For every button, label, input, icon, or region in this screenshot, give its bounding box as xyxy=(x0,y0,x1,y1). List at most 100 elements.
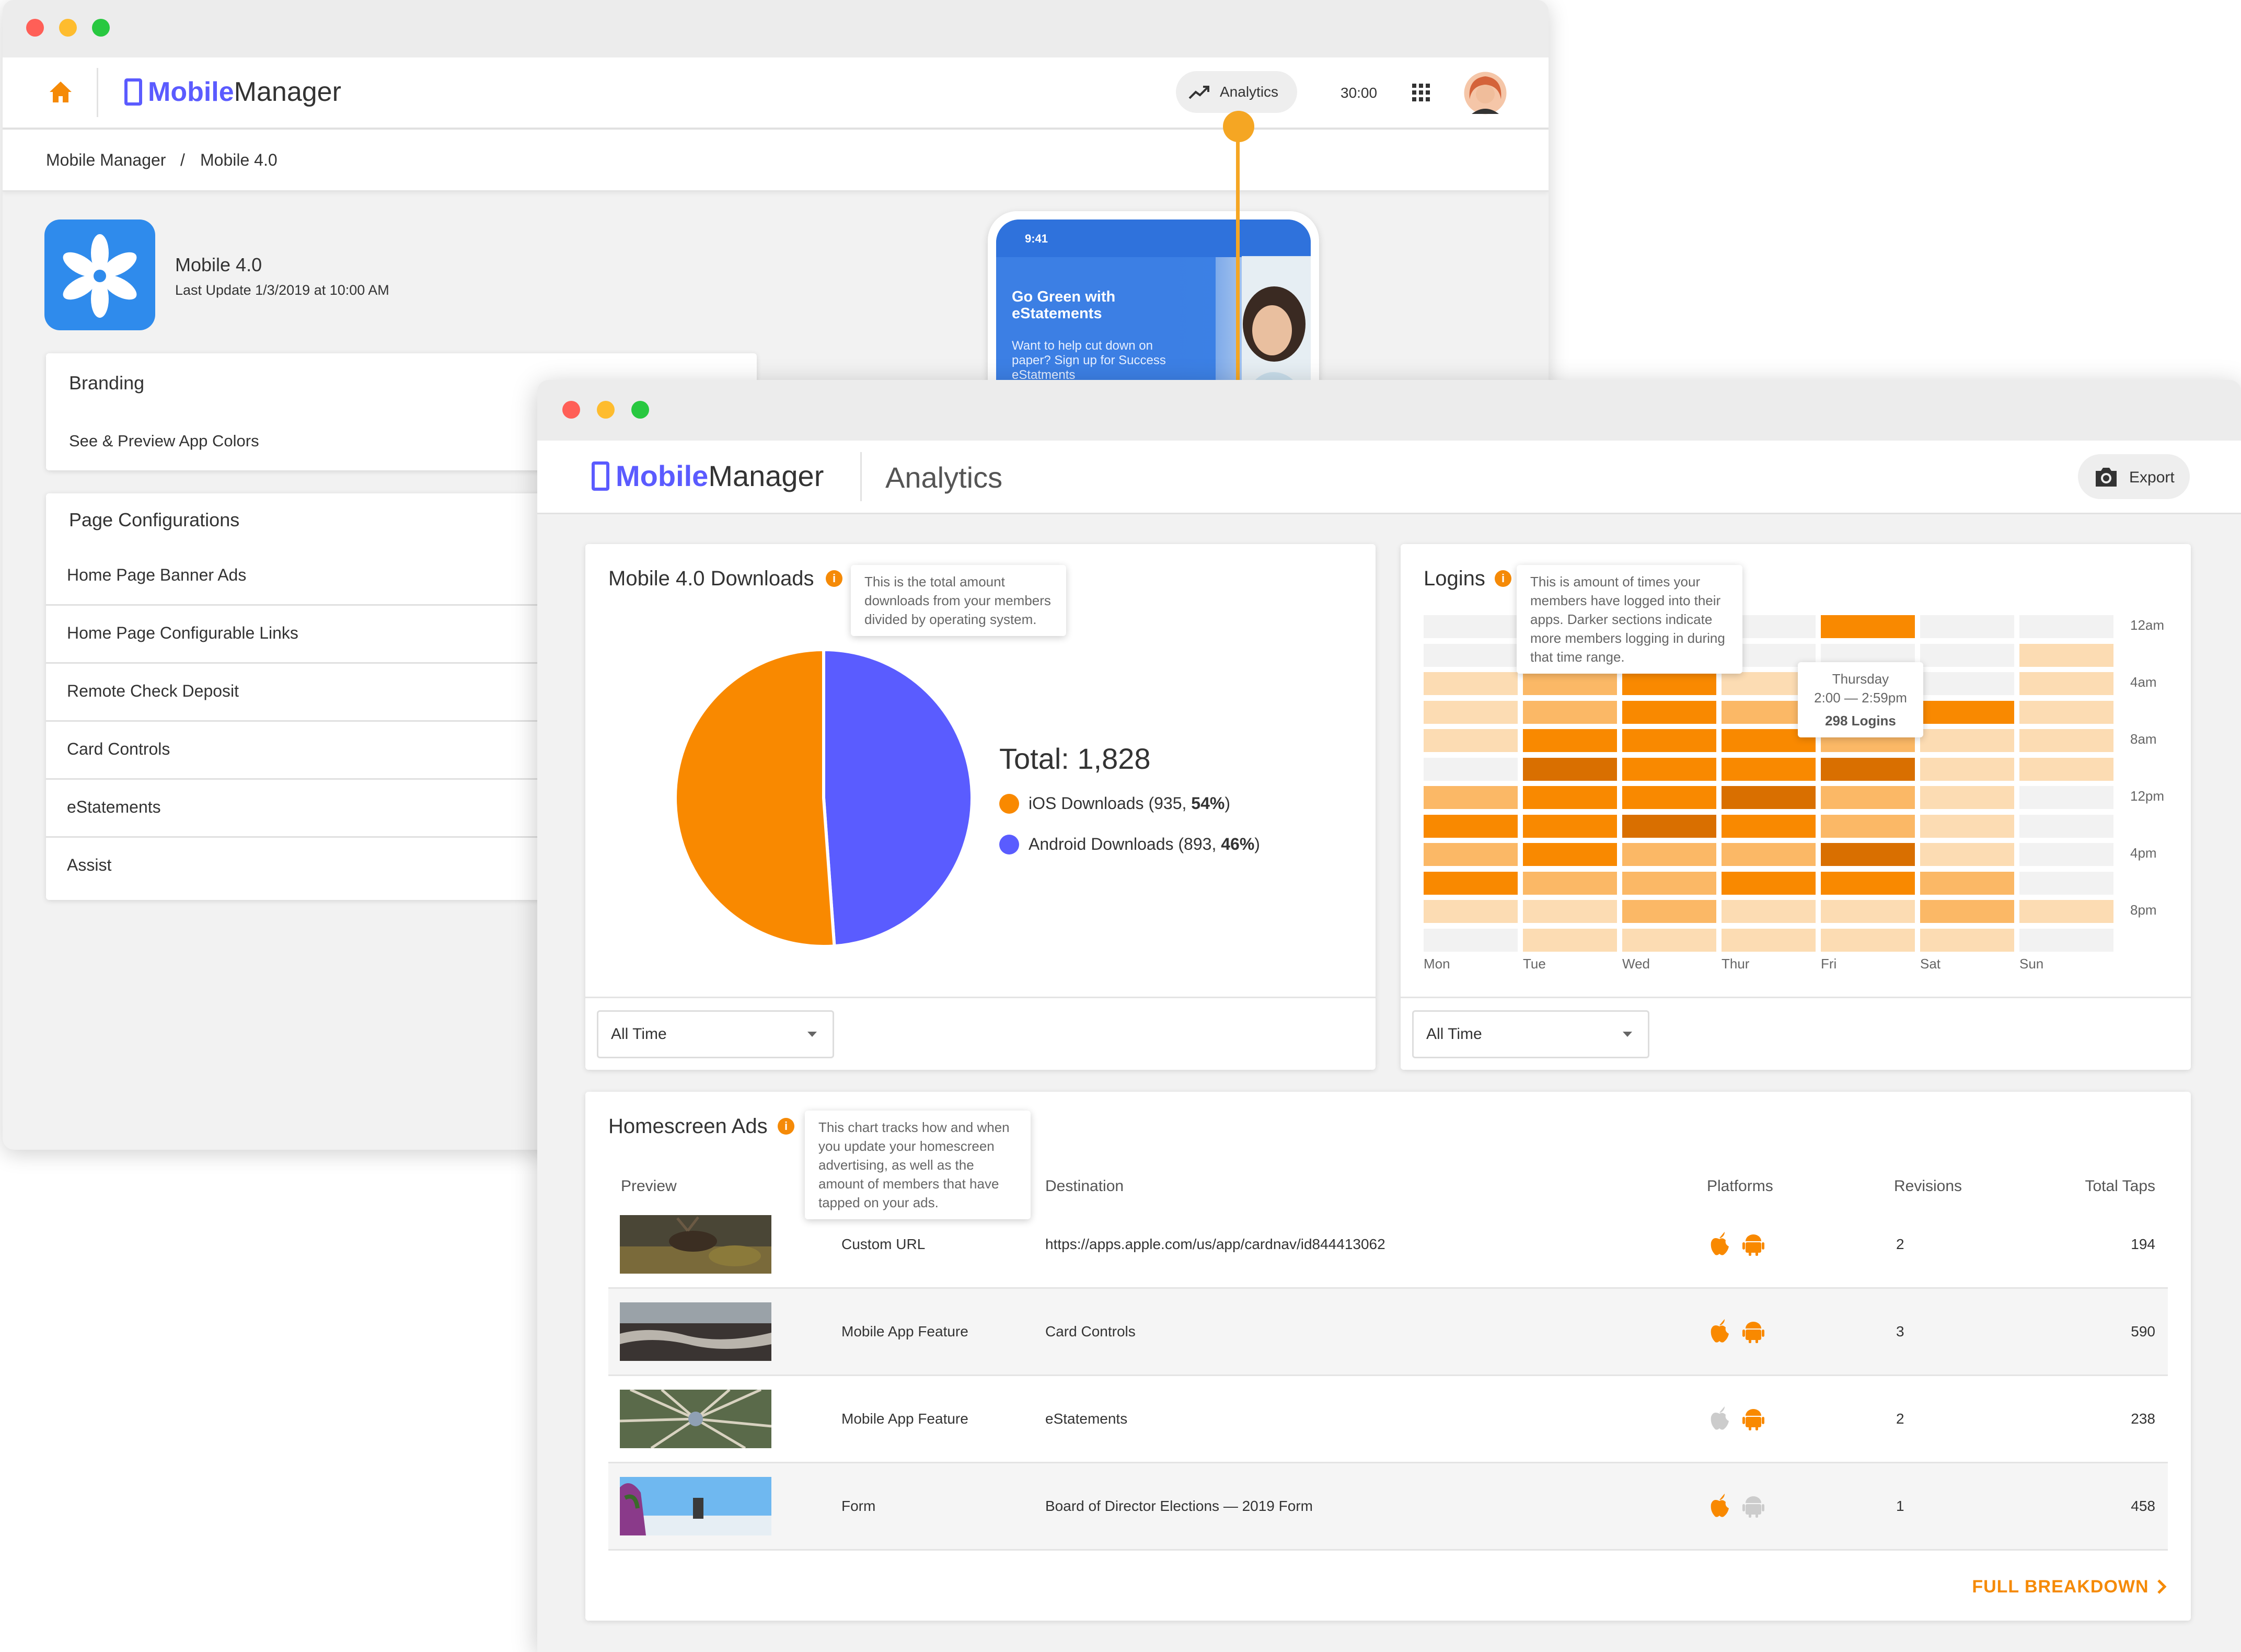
zoom-dot[interactable] xyxy=(631,401,649,419)
pie-slice-android[interactable] xyxy=(822,648,974,948)
heatmap-cell[interactable] xyxy=(1821,757,1915,781)
heatmap-cell[interactable] xyxy=(1920,814,2014,838)
heatmap-cell[interactable] xyxy=(2019,672,2113,695)
close-dot[interactable] xyxy=(562,401,580,419)
heatmap-cell[interactable] xyxy=(1523,871,1617,895)
logins-time-filter[interactable]: All Time xyxy=(1412,1010,1649,1058)
heatmap-cell[interactable] xyxy=(1424,814,1518,838)
heatmap-cell[interactable] xyxy=(2019,871,2113,895)
heatmap-cell[interactable] xyxy=(1920,928,2014,952)
heatmap-cell[interactable] xyxy=(1622,900,1716,923)
close-dot[interactable] xyxy=(26,19,44,37)
avatar[interactable] xyxy=(1462,70,1508,116)
ad-destination[interactable]: eStatements xyxy=(1045,1411,1127,1427)
heatmap-cell[interactable] xyxy=(1821,814,1915,838)
info-icon[interactable]: i xyxy=(778,1118,794,1135)
heatmap-cell[interactable] xyxy=(1920,672,2014,695)
heatmap-cell[interactable] xyxy=(1424,672,1518,695)
pie-slice-ios[interactable] xyxy=(674,648,836,948)
ad-destination[interactable]: https://apps.apple.com/us/app/cardnav/id… xyxy=(1045,1236,1385,1253)
home-icon[interactable] xyxy=(49,80,73,103)
heatmap-cell[interactable] xyxy=(2019,615,2113,638)
heatmap-cell[interactable] xyxy=(1920,757,2014,781)
heatmap-cell[interactable] xyxy=(1920,871,2014,895)
heatmap-cell[interactable] xyxy=(1722,843,1816,866)
heatmap-cell[interactable] xyxy=(1722,786,1816,809)
brand-logo[interactable]: MobileManager xyxy=(148,75,341,109)
heatmap-cell[interactable] xyxy=(1821,843,1915,866)
heatmap-cell[interactable] xyxy=(2019,928,2113,952)
heatmap-cell[interactable] xyxy=(1523,672,1617,695)
table-row[interactable]: Mobile App Feature Card Controls 3 590 xyxy=(608,1289,2168,1376)
heatmap-cell[interactable] xyxy=(2019,643,2113,667)
brand-logo[interactable]: MobileManager xyxy=(616,458,824,494)
export-button[interactable]: Export xyxy=(2078,454,2190,499)
heatmap-cell[interactable] xyxy=(1424,871,1518,895)
table-row[interactable]: Form Board of Director Elections — 2019 … xyxy=(608,1463,2168,1551)
grid-icon[interactable] xyxy=(1412,84,1430,101)
heatmap-cell[interactable] xyxy=(1920,786,2014,809)
heatmap-cell[interactable] xyxy=(1523,729,1617,752)
breadcrumb-item-root[interactable]: Mobile Manager xyxy=(46,151,166,170)
heatmap-cell[interactable] xyxy=(1424,786,1518,809)
heatmap-cell[interactable] xyxy=(1722,900,1816,923)
heatmap-cell[interactable] xyxy=(1523,900,1617,923)
heatmap-cell[interactable] xyxy=(2019,900,2113,923)
ad-destination[interactable]: Board of Director Elections — 2019 Form xyxy=(1045,1498,1313,1515)
heatmap-cell[interactable] xyxy=(1424,928,1518,952)
heatmap-cell[interactable] xyxy=(1722,871,1816,895)
ad-destination[interactable]: Card Controls xyxy=(1045,1323,1136,1340)
heatmap-cell[interactable] xyxy=(1523,757,1617,781)
info-icon[interactable]: i xyxy=(826,570,842,587)
heatmap-cell[interactable] xyxy=(1424,643,1518,667)
heatmap-cell[interactable] xyxy=(2019,729,2113,752)
see-preview-colors-link[interactable]: See & Preview App Colors xyxy=(69,432,259,450)
heatmap-cell[interactable] xyxy=(1424,615,1518,638)
heatmap-cell[interactable] xyxy=(1424,757,1518,781)
full-breakdown-link[interactable]: FULL BREAKDOWN xyxy=(1972,1577,2168,1597)
heatmap-cell[interactable] xyxy=(1821,871,1915,895)
heatmap-cell[interactable] xyxy=(1622,843,1716,866)
analytics-button[interactable]: Analytics xyxy=(1176,71,1297,113)
heatmap-cell[interactable] xyxy=(1821,900,1915,923)
heatmap-cell[interactable] xyxy=(1920,700,2014,724)
heatmap-cell[interactable] xyxy=(1622,672,1716,695)
heatmap-cell[interactable] xyxy=(1821,615,1915,638)
heatmap-cell[interactable] xyxy=(1622,928,1716,952)
heatmap-cell[interactable] xyxy=(1821,928,1915,952)
heatmap-cell[interactable] xyxy=(1622,786,1716,809)
info-icon[interactable]: i xyxy=(1495,570,1511,587)
heatmap-cell[interactable] xyxy=(1722,928,1816,952)
heatmap-cell[interactable] xyxy=(1920,729,2014,752)
downloads-time-filter[interactable]: All Time xyxy=(597,1010,834,1058)
heatmap-cell[interactable] xyxy=(1523,786,1617,809)
heatmap-cell[interactable] xyxy=(1523,928,1617,952)
heatmap-cell[interactable] xyxy=(1622,729,1716,752)
heatmap-cell[interactable] xyxy=(1622,814,1716,838)
heatmap-cell[interactable] xyxy=(1424,843,1518,866)
heatmap-cell[interactable] xyxy=(2019,786,2113,809)
heatmap-cell[interactable] xyxy=(1622,757,1716,781)
heatmap-cell[interactable] xyxy=(1523,843,1617,866)
heatmap-cell[interactable] xyxy=(1920,643,2014,667)
heatmap-cell[interactable] xyxy=(1424,700,1518,724)
heatmap-cell[interactable] xyxy=(1722,814,1816,838)
heatmap-cell[interactable] xyxy=(1920,615,2014,638)
table-row[interactable]: Mobile App Feature eStatements 2 238 xyxy=(608,1376,2168,1463)
minimize-dot[interactable] xyxy=(597,401,615,419)
heatmap-cell[interactable] xyxy=(1821,786,1915,809)
heatmap-cell[interactable] xyxy=(1722,757,1816,781)
heatmap-cell[interactable] xyxy=(1920,843,2014,866)
heatmap-cell[interactable] xyxy=(1523,700,1617,724)
heatmap-cell[interactable] xyxy=(2019,757,2113,781)
heatmap-cell[interactable] xyxy=(2019,700,2113,724)
heatmap-cell[interactable] xyxy=(1424,900,1518,923)
heatmap-cell[interactable] xyxy=(2019,814,2113,838)
heatmap-cell[interactable] xyxy=(2019,843,2113,866)
zoom-dot[interactable] xyxy=(92,19,110,37)
heatmap-cell[interactable] xyxy=(1920,900,2014,923)
minimize-dot[interactable] xyxy=(59,19,77,37)
heatmap-cell[interactable] xyxy=(1424,729,1518,752)
heatmap-cell[interactable] xyxy=(1523,814,1617,838)
heatmap-cell[interactable] xyxy=(1622,871,1716,895)
